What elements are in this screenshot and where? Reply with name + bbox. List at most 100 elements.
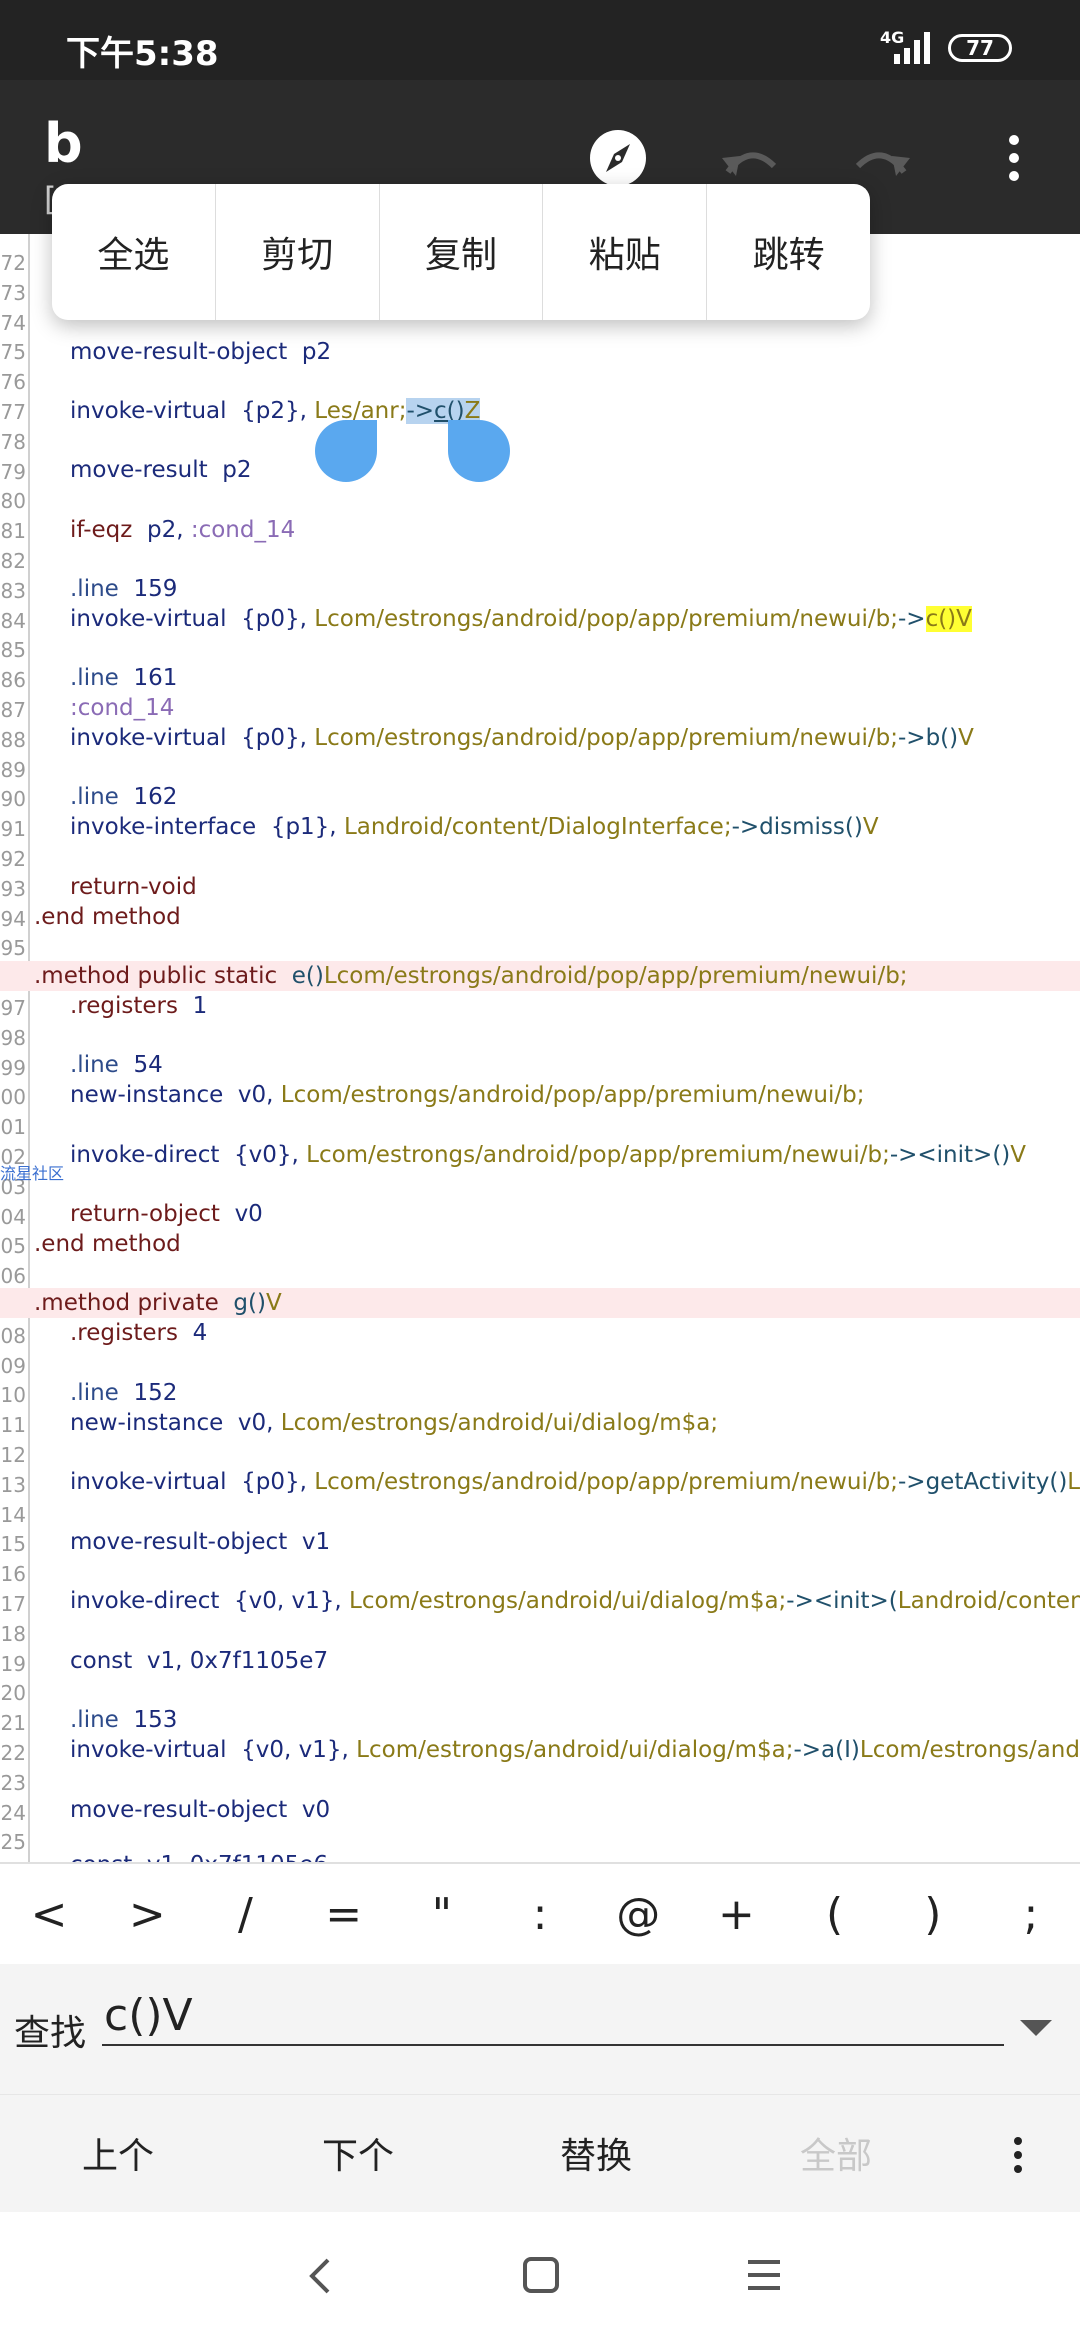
line-number: 20 — [0, 1678, 28, 1708]
line-number: 09 — [0, 1351, 28, 1381]
line-number-text: 14 — [0, 1502, 26, 1527]
clock: 下午5:38 — [66, 34, 219, 74]
line-number-text: 95 — [0, 936, 26, 961]
line-number: 74 — [0, 308, 28, 338]
watermark: 流星社区 — [0, 1164, 65, 1183]
line-number-text: 72 — [0, 251, 26, 275]
code-line-100: new-instance v0, Lcom/estrongs/android/p… — [70, 1082, 865, 1108]
select-all-button[interactable]: 全选 — [52, 184, 216, 320]
line-number: 23 — [0, 1768, 28, 1798]
line-number-text: 80 — [0, 489, 26, 514]
code-line-93: return-void — [70, 874, 197, 900]
line-number: 14 — [0, 1500, 28, 1530]
symbol-key-at[interactable]: @ — [589, 1864, 687, 1964]
recents-menu-icon[interactable] — [746, 2258, 782, 2292]
code-line-86: .line 161 — [70, 665, 178, 691]
symbol-key-lparen[interactable]: ( — [786, 1864, 884, 1964]
line-number: 98 — [0, 1023, 28, 1053]
symbol-key-quote[interactable]: " — [393, 1864, 491, 1964]
text-selection-menu: 全选 剪切 复制 粘贴 跳转 — [52, 184, 870, 320]
symbol-key-slash[interactable]: / — [196, 1864, 294, 1964]
find-more-icon[interactable] — [1010, 2135, 1026, 2175]
code-line-119: const v1, 0x7f1105e7 — [70, 1648, 329, 1674]
line-number-text: 82 — [0, 549, 26, 573]
copy-button[interactable]: 复制 — [380, 184, 544, 320]
code-line-81: if-eqz p2, :cond_14 — [70, 517, 296, 543]
line-number: 06 — [0, 1261, 28, 1291]
code-line-108: .registers 4 — [70, 1320, 208, 1346]
symbol-bar: < > / = " : @ + ( ) ; — [0, 1862, 1080, 1966]
replace-button[interactable]: 替换 — [560, 2127, 632, 2179]
find-history-dropdown-icon[interactable] — [1020, 2020, 1052, 2036]
code-line-99: .line 54 — [70, 1052, 163, 1078]
line-number: 85 — [0, 635, 28, 665]
paste-button[interactable]: 粘贴 — [543, 184, 708, 320]
code-line-88: invoke-virtual {p0}, Lcom/estrongs/andro… — [70, 725, 974, 751]
code-line-105: .end method — [34, 1231, 181, 1257]
battery-icon: 77 — [948, 34, 1012, 62]
code-line-104: return-object v0 — [70, 1201, 263, 1227]
line-number-text: 12 — [0, 1443, 26, 1467]
line-number: 80 — [0, 486, 28, 516]
find-prev-button[interactable]: 上个 — [82, 2127, 154, 2179]
code-editor[interactable]: 72 73 74 75 76 77 78 79 80 81 82 83 84 85 86 87 88 89 90 91… — [0, 234, 1080, 1862]
code-line-77: invoke-virtual {p2}, Les/anr;->c()Z — [70, 398, 481, 424]
line-number: 76 — [0, 367, 28, 397]
line-number: 72 — [0, 248, 28, 278]
line-number: 01 — [0, 1112, 28, 1142]
line-number: 16 — [0, 1559, 28, 1589]
line-number: 82 — [0, 546, 28, 576]
code-line-111: new-instance v0, Lcom/estrongs/android/u… — [70, 1410, 719, 1436]
find-actions: 上个 下个 替换 全部 — [0, 2094, 1080, 2213]
code-line-125: const v1, 0x7f1105e6 — [0, 1850, 1080, 1862]
line-number-text: 01 — [0, 1115, 26, 1140]
cut-button[interactable]: 剪切 — [216, 184, 380, 320]
symbol-key-equals[interactable]: = — [295, 1864, 393, 1964]
file-title: b — [44, 112, 83, 175]
line-number: 95 — [0, 933, 28, 963]
find-input[interactable]: c()V — [102, 1988, 1004, 2046]
code-line-107: .method private g()V — [0, 1288, 1080, 1318]
line-number-text: 98 — [0, 1025, 26, 1050]
goto-button[interactable]: 跳转 — [707, 184, 870, 320]
code-line-84: invoke-virtual {p0}, Lcom/estrongs/andro… — [70, 606, 972, 632]
code-line-121: .line 153 — [70, 1707, 178, 1733]
line-number-text: 06 — [0, 1264, 26, 1289]
find-next-button[interactable]: 下个 — [322, 2127, 394, 2179]
code-line-102: invoke-direct {v0}, Lcom/estrongs/androi… — [70, 1142, 1026, 1168]
symbol-key-rparen[interactable]: ) — [884, 1864, 982, 1964]
compass-icon — [590, 130, 646, 186]
code-line-124: move-result-object v0 — [70, 1797, 331, 1823]
line-number-text: 76 — [0, 370, 26, 395]
replace-all-button[interactable]: 全部 — [800, 2127, 872, 2179]
line-number-text: 74 — [0, 310, 26, 335]
line-number-text: 85 — [0, 638, 26, 663]
symbol-key-lt[interactable]: < — [0, 1864, 98, 1964]
symbol-key-gt[interactable]: > — [98, 1864, 196, 1964]
line-number: 12 — [0, 1440, 28, 1470]
line-number-text: 16 — [0, 1562, 26, 1587]
line-number: 78 — [0, 427, 28, 457]
undo-icon — [722, 152, 777, 176]
more-vert-icon — [1009, 135, 1019, 181]
symbol-key-plus[interactable]: + — [687, 1864, 785, 1964]
code-line-117: invoke-direct {v0, v1}, Lcom/estrongs/an… — [70, 1588, 1080, 1614]
line-number-text: 23 — [0, 1770, 26, 1795]
more-menu-button[interactable] — [978, 122, 1050, 194]
find-bar: 查找 c()V — [0, 1964, 1080, 2094]
symbol-key-colon[interactable]: : — [491, 1864, 589, 1964]
code-line-83: .line 159 — [70, 576, 178, 602]
back-icon[interactable] — [302, 2256, 336, 2296]
line-number-text: 20 — [0, 1681, 26, 1706]
home-icon[interactable] — [522, 2256, 560, 2294]
selection-end-handle[interactable] — [448, 420, 510, 482]
code-line-122: invoke-virtual {v0, v1}, Lcom/estrongs/a… — [70, 1737, 1080, 1763]
line-number-text: 73 — [0, 280, 26, 305]
selection-start-handle[interactable] — [315, 420, 377, 482]
line-number: 89 — [0, 755, 28, 785]
symbol-key-semicolon[interactable]: ; — [982, 1864, 1080, 1964]
code-line-113: invoke-virtual {p0}, Lcom/estrongs/andro… — [70, 1469, 1080, 1495]
line-number: 92 — [0, 844, 28, 874]
line-number: 18 — [0, 1619, 28, 1649]
redo-icon — [855, 152, 910, 176]
